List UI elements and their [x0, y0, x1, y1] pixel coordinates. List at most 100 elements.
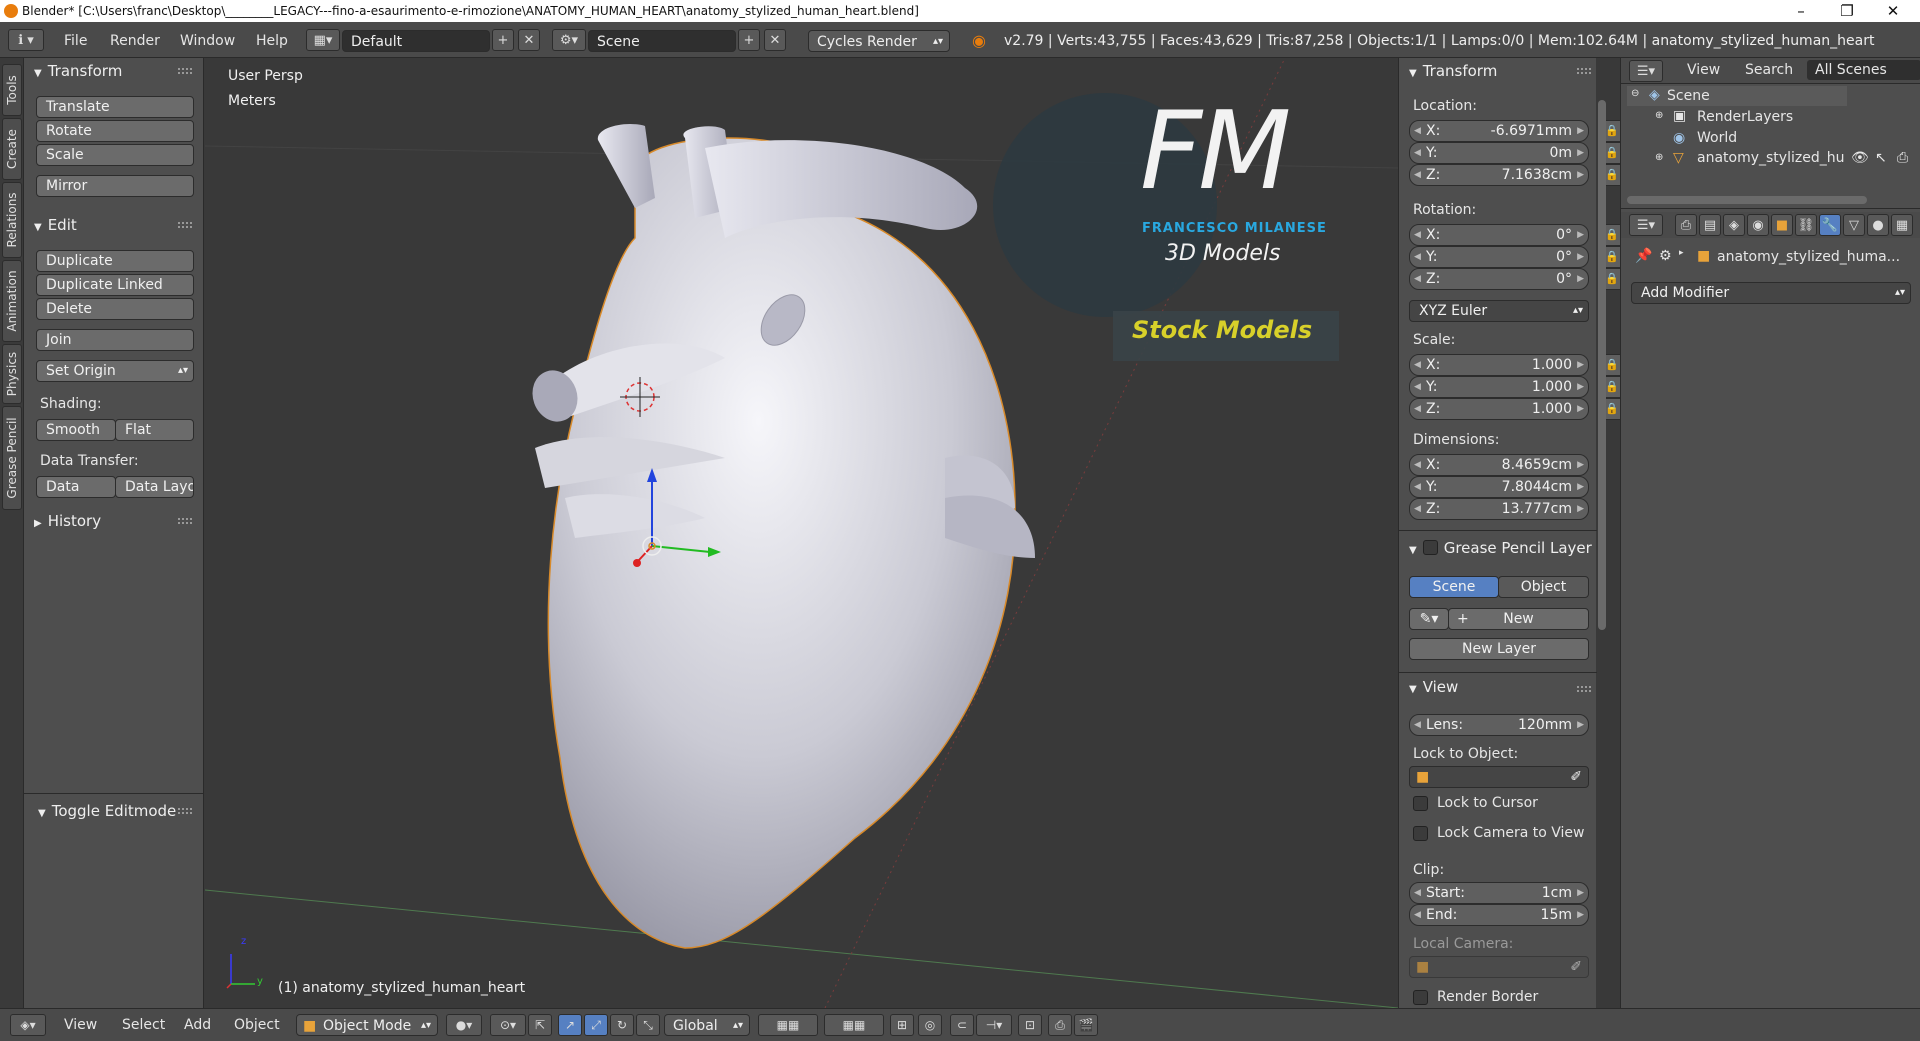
- translate-icon[interactable]: ⤢: [584, 1014, 608, 1036]
- rotate-manipulator-icon[interactable]: ↻: [610, 1014, 634, 1036]
- location-x-field[interactable]: ◀ X: -6.6971mm ▶: [1409, 120, 1589, 142]
- minimize-button[interactable]: –: [1778, 0, 1824, 22]
- translate-button[interactable]: Translate: [36, 96, 194, 118]
- smooth-button[interactable]: Smooth: [36, 419, 116, 441]
- dimensions-z-field[interactable]: ◀ Z: 13.777cm ▶: [1409, 498, 1589, 520]
- expand-icon[interactable]: ⊕: [1655, 110, 1663, 121]
- render-engine-select[interactable]: Cycles Render ▴▾: [808, 30, 950, 52]
- tab-tools[interactable]: Tools: [2, 64, 22, 116]
- orientation-select[interactable]: Global ▴▾: [664, 1014, 750, 1036]
- outliner-view-menu[interactable]: View: [1687, 62, 1720, 78]
- render-layers-tab-icon[interactable]: ▤: [1699, 214, 1721, 236]
- grease-pencil-checkbox[interactable]: [1422, 540, 1438, 555]
- lock-layers-icon[interactable]: ⊞: [890, 1014, 914, 1036]
- editor-type-icon[interactable]: ◈▾: [10, 1014, 46, 1036]
- menu-help[interactable]: Help: [250, 30, 294, 52]
- data-transfer-button[interactable]: Data: [36, 476, 116, 498]
- outliner-scrollbar[interactable]: [1627, 196, 1867, 204]
- clip-start-field[interactable]: ◀ Start: 1cm ▶: [1409, 882, 1589, 904]
- outliner-item-renderlayers[interactable]: RenderLayers: [1697, 109, 1793, 125]
- delete-scene-icon[interactable]: ✕: [764, 29, 786, 51]
- scene-field[interactable]: Scene: [588, 30, 736, 52]
- grease-object-tab[interactable]: Object: [1498, 576, 1589, 598]
- outliner-item-heart[interactable]: anatomy_stylized_hum: [1697, 150, 1845, 166]
- dimensions-y-field[interactable]: ◀ Y: 7.8044cm ▶: [1409, 476, 1589, 498]
- info-editor-type-icon[interactable]: ℹ ▾: [8, 29, 44, 51]
- material-tab-icon[interactable]: ●: [1867, 214, 1889, 236]
- screen-layout-icon[interactable]: ▦▾: [306, 29, 340, 51]
- outliner-item-scene[interactable]: Scene: [1667, 88, 1710, 104]
- tab-animation[interactable]: Animation: [2, 260, 22, 342]
- view-panel-header[interactable]: ▼ View: [1409, 678, 1458, 696]
- clip-end-field[interactable]: ◀ End: 15m ▶: [1409, 904, 1589, 926]
- new-layer-button[interactable]: New Layer: [1409, 638, 1589, 660]
- panel-grip-icon[interactable]: [1577, 686, 1591, 692]
- rotation-y-field[interactable]: ◀ Y: 0° ▶: [1409, 246, 1589, 268]
- layers-icon[interactable]: ▦▦: [824, 1014, 884, 1036]
- tab-physics[interactable]: Physics: [2, 344, 22, 404]
- delete-button[interactable]: Delete: [36, 298, 194, 320]
- render-animation-icon[interactable]: 🎬: [1074, 1014, 1098, 1036]
- expand-icon[interactable]: ⊕: [1655, 152, 1663, 163]
- render-tab-icon[interactable]: ⎙: [1675, 214, 1697, 236]
- menu-file[interactable]: File: [58, 30, 93, 52]
- menu-add[interactable]: Add: [184, 1014, 211, 1036]
- world-tab-icon[interactable]: ◉: [1747, 214, 1769, 236]
- outliner-editor-icon[interactable]: ☰▾: [1629, 60, 1663, 82]
- viewport-shading-icon[interactable]: ●▾: [446, 1014, 482, 1036]
- join-button[interactable]: Join: [36, 329, 194, 351]
- heart-model[interactable]: [525, 123, 1035, 949]
- texture-tab-icon[interactable]: ▦: [1891, 214, 1913, 236]
- add-scene-icon[interactable]: +: [738, 29, 760, 51]
- mirror-button[interactable]: Mirror: [36, 175, 194, 197]
- close-button[interactable]: ✕: [1870, 0, 1916, 22]
- menu-view[interactable]: View: [64, 1014, 97, 1036]
- toggle-editmode-header[interactable]: ▼ Toggle Editmode: [38, 802, 176, 820]
- 3d-viewport[interactable]: User Persp Meters (1) anatomy_stylized_h…: [205, 58, 1398, 1008]
- constraints-tab-icon[interactable]: ⛓: [1795, 214, 1817, 236]
- data-layout-button[interactable]: Data Layo: [115, 476, 194, 498]
- menu-select[interactable]: Select: [122, 1014, 165, 1036]
- grease-pencil-layer-header[interactable]: ▼ Grease Pencil Layer: [1409, 538, 1599, 557]
- menu-render[interactable]: Render: [104, 30, 166, 52]
- tab-create[interactable]: Create: [2, 118, 22, 180]
- delete-layout-icon[interactable]: ✕: [518, 29, 540, 51]
- flat-button[interactable]: Flat: [115, 419, 194, 441]
- modifiers-tab-icon[interactable]: 🔧: [1819, 214, 1841, 236]
- outliner-search-menu[interactable]: Search: [1745, 62, 1793, 78]
- collapse-icon[interactable]: ⊖: [1631, 88, 1639, 99]
- scale-y-field[interactable]: ◀ Y: 1.000 ▶: [1409, 376, 1589, 398]
- duplicate-button[interactable]: Duplicate: [36, 250, 194, 272]
- set-origin-select[interactable]: Set Origin ▴▾: [36, 360, 194, 382]
- edit-panel-header[interactable]: ▼ Edit: [34, 216, 77, 234]
- location-z-field[interactable]: ◀ Z: 7.1638cm ▶: [1409, 164, 1589, 186]
- rotation-z-field[interactable]: ◀ Z: 0° ▶: [1409, 268, 1589, 290]
- lock-to-cursor-checkbox[interactable]: [1413, 796, 1428, 811]
- properties-scrollbar[interactable]: [1598, 100, 1606, 630]
- dimensions-x-field[interactable]: ◀ X: 8.4659cm ▶: [1409, 454, 1589, 476]
- pin-icon[interactable]: 📌: [1635, 248, 1652, 264]
- tab-grease-pencil[interactable]: Grease Pencil: [2, 406, 22, 510]
- visibility-eye-icon[interactable]: 👁: [1851, 150, 1869, 166]
- manipulator-toggle-icon[interactable]: ⇱: [528, 1014, 552, 1036]
- menu-object[interactable]: Object: [234, 1014, 280, 1036]
- scale-z-field[interactable]: ◀ Z: 1.000 ▶: [1409, 398, 1589, 420]
- snap-magnet-icon[interactable]: ⊂: [950, 1014, 974, 1036]
- add-layout-icon[interactable]: +: [492, 29, 514, 51]
- layers-icon[interactable]: ▦▦: [758, 1014, 818, 1036]
- add-modifier-select[interactable]: Add Modifier ▴▾: [1631, 282, 1911, 304]
- scene-icon[interactable]: ⚙▾: [552, 29, 586, 51]
- tab-relations[interactable]: Relations: [2, 182, 22, 258]
- panel-grip-icon[interactable]: [178, 808, 192, 814]
- n-transform-header[interactable]: ▼ Transform: [1409, 62, 1497, 80]
- scale-manipulator-icon[interactable]: ⤡: [636, 1014, 660, 1036]
- outliner-item-world[interactable]: World: [1697, 130, 1737, 146]
- new-gpencil-button[interactable]: + New: [1448, 608, 1589, 630]
- lens-field[interactable]: ◀ Lens: 120mm ▶: [1409, 714, 1589, 736]
- rotate-button[interactable]: Rotate: [36, 120, 194, 142]
- screen-layout-field[interactable]: Default: [342, 30, 490, 52]
- snap-target-icon[interactable]: ⊡: [1018, 1014, 1042, 1036]
- pivot-point-icon[interactable]: ⊙▾: [490, 1014, 526, 1036]
- panel-grip-icon[interactable]: [178, 518, 192, 524]
- proportional-edit-icon[interactable]: ◎: [918, 1014, 942, 1036]
